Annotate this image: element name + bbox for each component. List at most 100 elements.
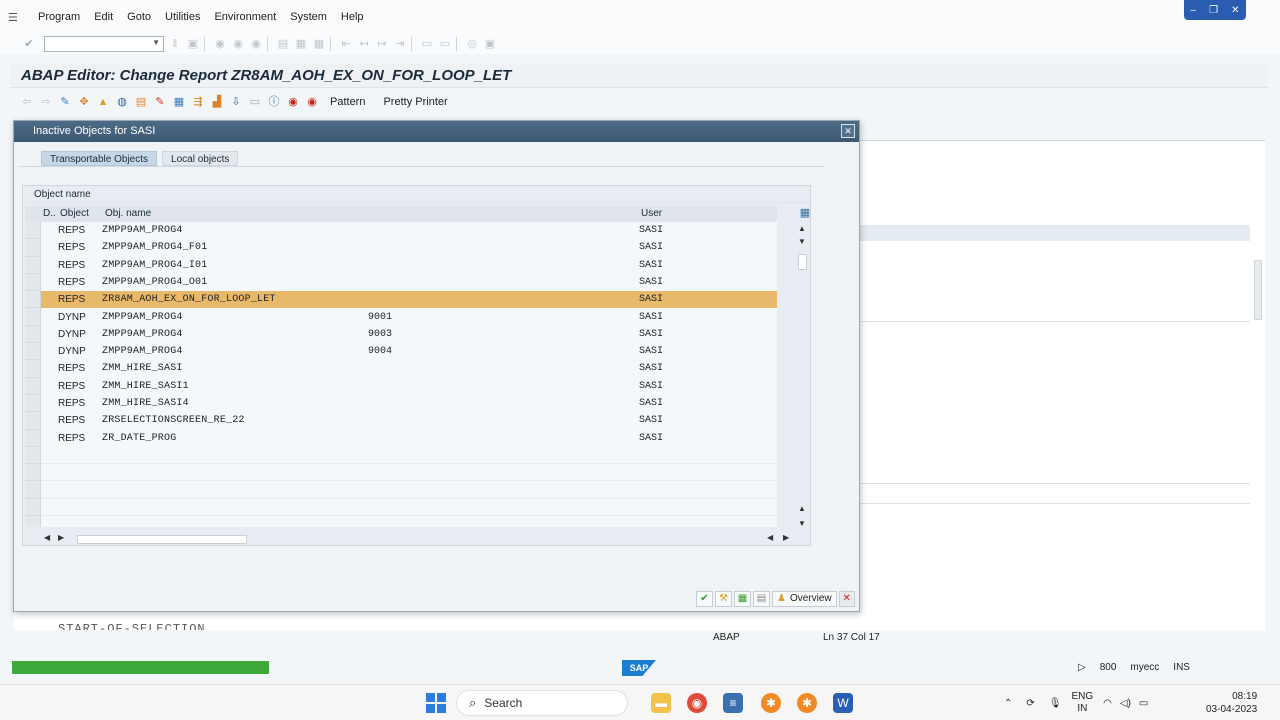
collapse-icon[interactable]: ‖	[168, 37, 182, 51]
table-settings-icon[interactable]: ▦	[798, 206, 812, 220]
last-page-icon[interactable]: ⇥	[393, 37, 407, 51]
table-row[interactable]: REPS ZR8AM_AOH_EX_ON_FOR_LOOP_LET SASI	[41, 291, 777, 309]
scroll-right-page-icon[interactable]: ◀	[767, 533, 773, 542]
cancel-icon[interactable]: ◉	[249, 37, 263, 51]
system-name[interactable]: myecc	[1130, 662, 1159, 673]
tab-transportable-objects[interactable]: Transportable Objects	[41, 151, 158, 166]
arrow-right-icon[interactable]: ⇨	[39, 95, 53, 109]
breakpoint-icon[interactable]: ◉	[286, 95, 300, 109]
scroll-up-icon[interactable]: ▲	[798, 224, 806, 233]
save-icon[interactable]: ▣	[186, 37, 200, 51]
deselect-all-icon[interactable]: ▤	[753, 591, 770, 607]
pretty-printer-button[interactable]: Pretty Printer	[383, 96, 447, 108]
object-list-icon[interactable]: ▦	[172, 95, 186, 109]
scroll-left-icon[interactable]: ◀	[44, 533, 50, 542]
next-page-icon[interactable]: ↦	[375, 37, 389, 51]
find-icon[interactable]: ▦	[294, 37, 308, 51]
row-selector-column[interactable]	[25, 222, 41, 527]
dictionary-icon[interactable]: ▭	[248, 95, 262, 109]
close-icon[interactable]: ✕	[841, 124, 855, 138]
table-row[interactable]: REPS ZMPP9AM_PROG4 SASI	[41, 222, 777, 239]
menu-goto[interactable]: Goto	[127, 11, 151, 23]
editor-area[interactable]	[860, 140, 1265, 630]
table-vertical-scrollbar[interactable]: ▲ ▼ ▲ ▼	[796, 224, 810, 528]
scroll-up-page-icon[interactable]: ▲	[798, 504, 806, 513]
microphone-icon[interactable]: 🎙	[1049, 698, 1062, 709]
back-icon[interactable]: ◉	[213, 37, 227, 51]
column-header-object[interactable]: Object	[60, 208, 89, 219]
display-change-icon[interactable]: ✎	[58, 95, 72, 109]
column-header-d[interactable]: D..	[43, 208, 56, 219]
scroll-thumb[interactable]	[798, 254, 807, 270]
select-all-icon[interactable]: ▦	[734, 591, 751, 607]
overview-button[interactable]: ♟ Overview	[772, 591, 837, 607]
app-icon[interactable]: ✱	[797, 693, 817, 713]
editor-scrollbar[interactable]	[1252, 145, 1264, 625]
table-row[interactable]: REPS ZMPP9AM_PROG4_F01 SASI	[41, 239, 777, 256]
shortcut-icon[interactable]: ▭	[438, 37, 452, 51]
scroll-right-icon[interactable]: ▶	[783, 533, 789, 542]
menu-system[interactable]: System	[290, 11, 327, 23]
prev-page-icon[interactable]: ↤	[357, 37, 371, 51]
table-row[interactable]: REPS ZMPP9AM_PROG4_I01 SASI	[41, 257, 777, 274]
cancel-icon[interactable]: ✕	[838, 591, 855, 607]
sync-icon[interactable]: ⟳	[1026, 698, 1034, 709]
pattern-button[interactable]: Pattern	[330, 96, 365, 108]
tab-local-objects[interactable]: Local objects	[162, 151, 239, 166]
minimize-icon[interactable]: –	[1191, 5, 1197, 16]
battery-icon[interactable]: ▭	[1139, 698, 1148, 709]
scroll-down-icon[interactable]: ▼	[798, 519, 806, 528]
print-icon[interactable]: ▤	[276, 37, 290, 51]
external-breakpoint-icon[interactable]: ◉	[305, 95, 319, 109]
language-indicator[interactable]: ENG IN	[1071, 691, 1093, 715]
sort-icon[interactable]: ⇩	[229, 95, 243, 109]
scroll-down-page-icon[interactable]: ▼	[798, 237, 806, 246]
chevron-down-icon[interactable]: ▼	[152, 38, 160, 47]
enter-icon[interactable]: ✔	[22, 37, 36, 51]
first-page-icon[interactable]: ⇤	[339, 37, 353, 51]
scroll-left-page-icon[interactable]: ▶	[58, 533, 64, 542]
table-horizontal-scrollbar[interactable]: ◀ ▶ ◀ ▶	[39, 532, 799, 546]
exit-icon[interactable]: ◉	[231, 37, 245, 51]
help-icon[interactable]: ◎	[465, 37, 479, 51]
new-session-icon[interactable]: ▭	[420, 37, 434, 51]
chrome-icon[interactable]: ◉	[687, 693, 707, 713]
test-icon[interactable]: ▤	[134, 95, 148, 109]
table-row[interactable]: REPS ZR_DATE_PROG SASI	[41, 430, 777, 447]
file-explorer-icon[interactable]: ▬	[651, 693, 671, 713]
layout-icon[interactable]: ▣	[483, 37, 497, 51]
menu-edit[interactable]: Edit	[94, 11, 113, 23]
table-row[interactable]: REPS ZMPP9AM_PROG4_O01 SASI	[41, 274, 777, 291]
taskbar-search[interactable]: ⌕ Search	[456, 690, 628, 716]
windows-start-icon[interactable]	[426, 693, 446, 713]
table-row[interactable]: REPS ZMM_HIRE_SASI SASI	[41, 360, 777, 377]
check-icon[interactable]: ▲	[96, 95, 110, 109]
wifi-icon[interactable]: ◠	[1103, 698, 1112, 709]
sap-logon-icon[interactable]: ≡	[723, 693, 743, 713]
close-window-icon[interactable]: ✕	[1231, 5, 1239, 16]
app-icon[interactable]: ✱	[761, 693, 781, 713]
sap-menu-icon[interactable]: ☰	[8, 11, 26, 24]
speaker-icon[interactable]: ◁)	[1120, 698, 1131, 709]
table-row[interactable]: DYNP ZMPP9AM_PROG4 9001 SASI	[41, 309, 777, 326]
menu-program[interactable]: Program	[38, 11, 80, 23]
other-object-icon[interactable]: ✥	[77, 95, 91, 109]
continue-icon[interactable]: ✔	[696, 591, 713, 607]
where-used-icon[interactable]: ✎	[153, 95, 167, 109]
find-next-icon[interactable]: ▦	[312, 37, 326, 51]
table-row[interactable]: REPS ZMM_HIRE_SASI4 SASI	[41, 395, 777, 412]
navigation-window-icon[interactable]: ⇶	[191, 95, 205, 109]
hierarchy-icon[interactable]: ▟	[210, 95, 224, 109]
table-row[interactable]: DYNP ZMPP9AM_PROG4 9003 SASI	[41, 326, 777, 343]
table-row[interactable]: REPS ZRSELECTIONSCREEN_RE_22 SASI	[41, 412, 777, 429]
table-row[interactable]: DYNP ZMPP9AM_PROG4 9004 SASI	[41, 343, 777, 360]
arrow-left-icon[interactable]: ⇦	[20, 95, 34, 109]
clock[interactable]: 08:19 03-04-2023	[1206, 690, 1257, 716]
command-field[interactable]: ▼	[44, 36, 164, 52]
word-icon[interactable]: W	[833, 693, 853, 713]
info-icon[interactable]: ⓘ	[267, 95, 281, 109]
chevron-up-icon[interactable]: ⌃	[1004, 698, 1012, 709]
activate-anyway-icon[interactable]: ⚒	[715, 591, 732, 607]
table-row[interactable]: REPS ZMM_HIRE_SASI1 SASI	[41, 378, 777, 395]
play-icon[interactable]: ▷	[1078, 662, 1086, 673]
